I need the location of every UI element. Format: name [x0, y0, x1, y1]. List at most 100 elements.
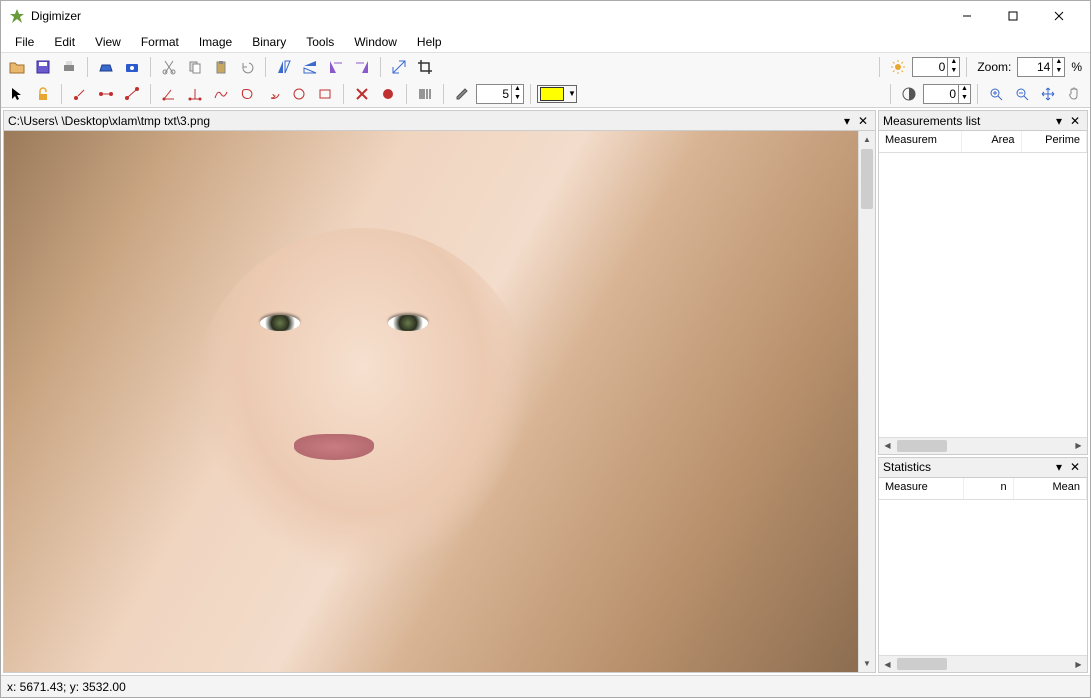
pointer-tool[interactable]: [5, 82, 29, 106]
scroll-right-icon[interactable]: ▶: [1070, 656, 1087, 672]
undo-button[interactable]: [235, 55, 259, 79]
brightness-icon[interactable]: [886, 55, 910, 79]
pencil-tool[interactable]: [450, 82, 474, 106]
spin-down-icon[interactable]: ▼: [947, 67, 959, 76]
fill-color-picker[interactable]: ▼: [537, 85, 577, 103]
perp-tool[interactable]: [183, 82, 207, 106]
delete-tool[interactable]: [350, 82, 374, 106]
flip-h-button[interactable]: [272, 55, 296, 79]
line-width-spinner[interactable]: ▲▼: [476, 84, 524, 104]
hand-tool[interactable]: [1062, 82, 1086, 106]
panel-close-icon[interactable]: ✕: [855, 113, 871, 129]
contrast-spinner[interactable]: ▲▼: [923, 84, 971, 104]
move-tool[interactable]: [1036, 82, 1060, 106]
spin-down-icon[interactable]: ▼: [511, 94, 523, 103]
save-button[interactable]: [31, 55, 55, 79]
zoom-out-button[interactable]: [1010, 82, 1034, 106]
spin-up-icon[interactable]: ▲: [511, 85, 523, 94]
line-width-input[interactable]: [477, 87, 511, 101]
col-perimeter[interactable]: Perime: [1022, 131, 1087, 152]
statistics-hscroll[interactable]: ◀ ▶: [879, 655, 1087, 672]
menu-view[interactable]: View: [85, 33, 131, 51]
contrast-icon[interactable]: [897, 82, 921, 106]
spiral-tool[interactable]: [261, 82, 285, 106]
vertical-scrollbar[interactable]: ▲ ▼: [858, 131, 875, 672]
crop-button[interactable]: [413, 55, 437, 79]
scroll-left-icon[interactable]: ◀: [879, 656, 896, 672]
scroll-thumb[interactable]: [897, 440, 947, 452]
rotate-right-button[interactable]: [350, 55, 374, 79]
open-button[interactable]: [5, 55, 29, 79]
col-mean[interactable]: Mean: [1014, 478, 1087, 499]
separator: [530, 84, 531, 104]
scroll-thumb[interactable]: [861, 149, 873, 209]
content-area: C:\Users\ \Desktop\xlam\tmp txt\3.png ▾ …: [1, 108, 1090, 675]
path-tool[interactable]: [209, 82, 233, 106]
toolbar-row-2: ▲▼ ▼ ▲▼: [1, 80, 1090, 107]
angle-tool[interactable]: [157, 82, 181, 106]
scroll-thumb[interactable]: [897, 658, 947, 670]
barcode-tool[interactable]: [413, 82, 437, 106]
scroll-down-icon[interactable]: ▼: [859, 655, 875, 672]
brightness-spinner[interactable]: ▲▼: [912, 57, 960, 77]
menu-image[interactable]: Image: [189, 33, 242, 51]
separator: [343, 84, 344, 104]
spin-up-icon[interactable]: ▲: [958, 85, 970, 94]
zoom-spinner[interactable]: ▲▼: [1017, 57, 1065, 77]
spin-up-icon[interactable]: ▲: [1052, 58, 1064, 67]
rect-tool[interactable]: [313, 82, 337, 106]
circle-tool[interactable]: [287, 82, 311, 106]
status-coords: x: 5671.43; y: 3532.00: [7, 680, 126, 694]
panel-menu-icon[interactable]: ▾: [1051, 459, 1067, 475]
menu-edit[interactable]: Edit: [44, 33, 85, 51]
contrast-input[interactable]: [924, 87, 958, 101]
print-button[interactable]: [57, 55, 81, 79]
menu-binary[interactable]: Binary: [242, 33, 296, 51]
right-column: Measurements list ▾ ✕ Measurem Area Peri…: [878, 110, 1088, 673]
spin-up-icon[interactable]: ▲: [947, 58, 959, 67]
menu-file[interactable]: File: [5, 33, 44, 51]
menu-help[interactable]: Help: [407, 33, 452, 51]
col-measurement[interactable]: Measurem: [879, 131, 962, 152]
title-bar: Digimizer: [1, 1, 1090, 31]
scroll-right-icon[interactable]: ▶: [1070, 438, 1087, 454]
minimize-button[interactable]: [944, 1, 990, 31]
copy-button[interactable]: [183, 55, 207, 79]
image-canvas[interactable]: [4, 131, 858, 672]
lock-tool[interactable]: [31, 82, 55, 106]
col-n[interactable]: n: [964, 478, 1013, 499]
closed-path-tool[interactable]: [235, 82, 259, 106]
measurements-header: Measurements list ▾ ✕: [879, 111, 1087, 131]
brightness-input[interactable]: [913, 60, 947, 74]
marker-tool[interactable]: [376, 82, 400, 106]
line-tool[interactable]: [94, 82, 118, 106]
separator: [150, 57, 151, 77]
panel-menu-icon[interactable]: ▾: [1051, 113, 1067, 129]
menu-tools[interactable]: Tools: [296, 33, 344, 51]
close-button[interactable]: [1036, 1, 1082, 31]
zoom-input[interactable]: [1018, 60, 1052, 74]
segment-tool[interactable]: [120, 82, 144, 106]
scroll-left-icon[interactable]: ◀: [879, 438, 896, 454]
col-area[interactable]: Area: [962, 131, 1022, 152]
maximize-button[interactable]: [990, 1, 1036, 31]
scroll-up-icon[interactable]: ▲: [859, 131, 875, 148]
scanner-button[interactable]: [94, 55, 118, 79]
flip-v-button[interactable]: [298, 55, 322, 79]
zoom-in-button[interactable]: [984, 82, 1008, 106]
panel-close-icon[interactable]: ✕: [1067, 113, 1083, 129]
panel-menu-icon[interactable]: ▾: [839, 113, 855, 129]
menu-format[interactable]: Format: [131, 33, 189, 51]
col-measure[interactable]: Measure: [879, 478, 964, 499]
resize-button[interactable]: [387, 55, 411, 79]
panel-close-icon[interactable]: ✕: [1067, 459, 1083, 475]
cut-button[interactable]: [157, 55, 181, 79]
rotate-left-button[interactable]: [324, 55, 348, 79]
paste-button[interactable]: [209, 55, 233, 79]
camera-button[interactable]: [120, 55, 144, 79]
spin-down-icon[interactable]: ▼: [1052, 67, 1064, 76]
point-tool[interactable]: [68, 82, 92, 106]
measurements-hscroll[interactable]: ◀ ▶: [879, 437, 1087, 454]
spin-down-icon[interactable]: ▼: [958, 94, 970, 103]
menu-window[interactable]: Window: [344, 33, 407, 51]
